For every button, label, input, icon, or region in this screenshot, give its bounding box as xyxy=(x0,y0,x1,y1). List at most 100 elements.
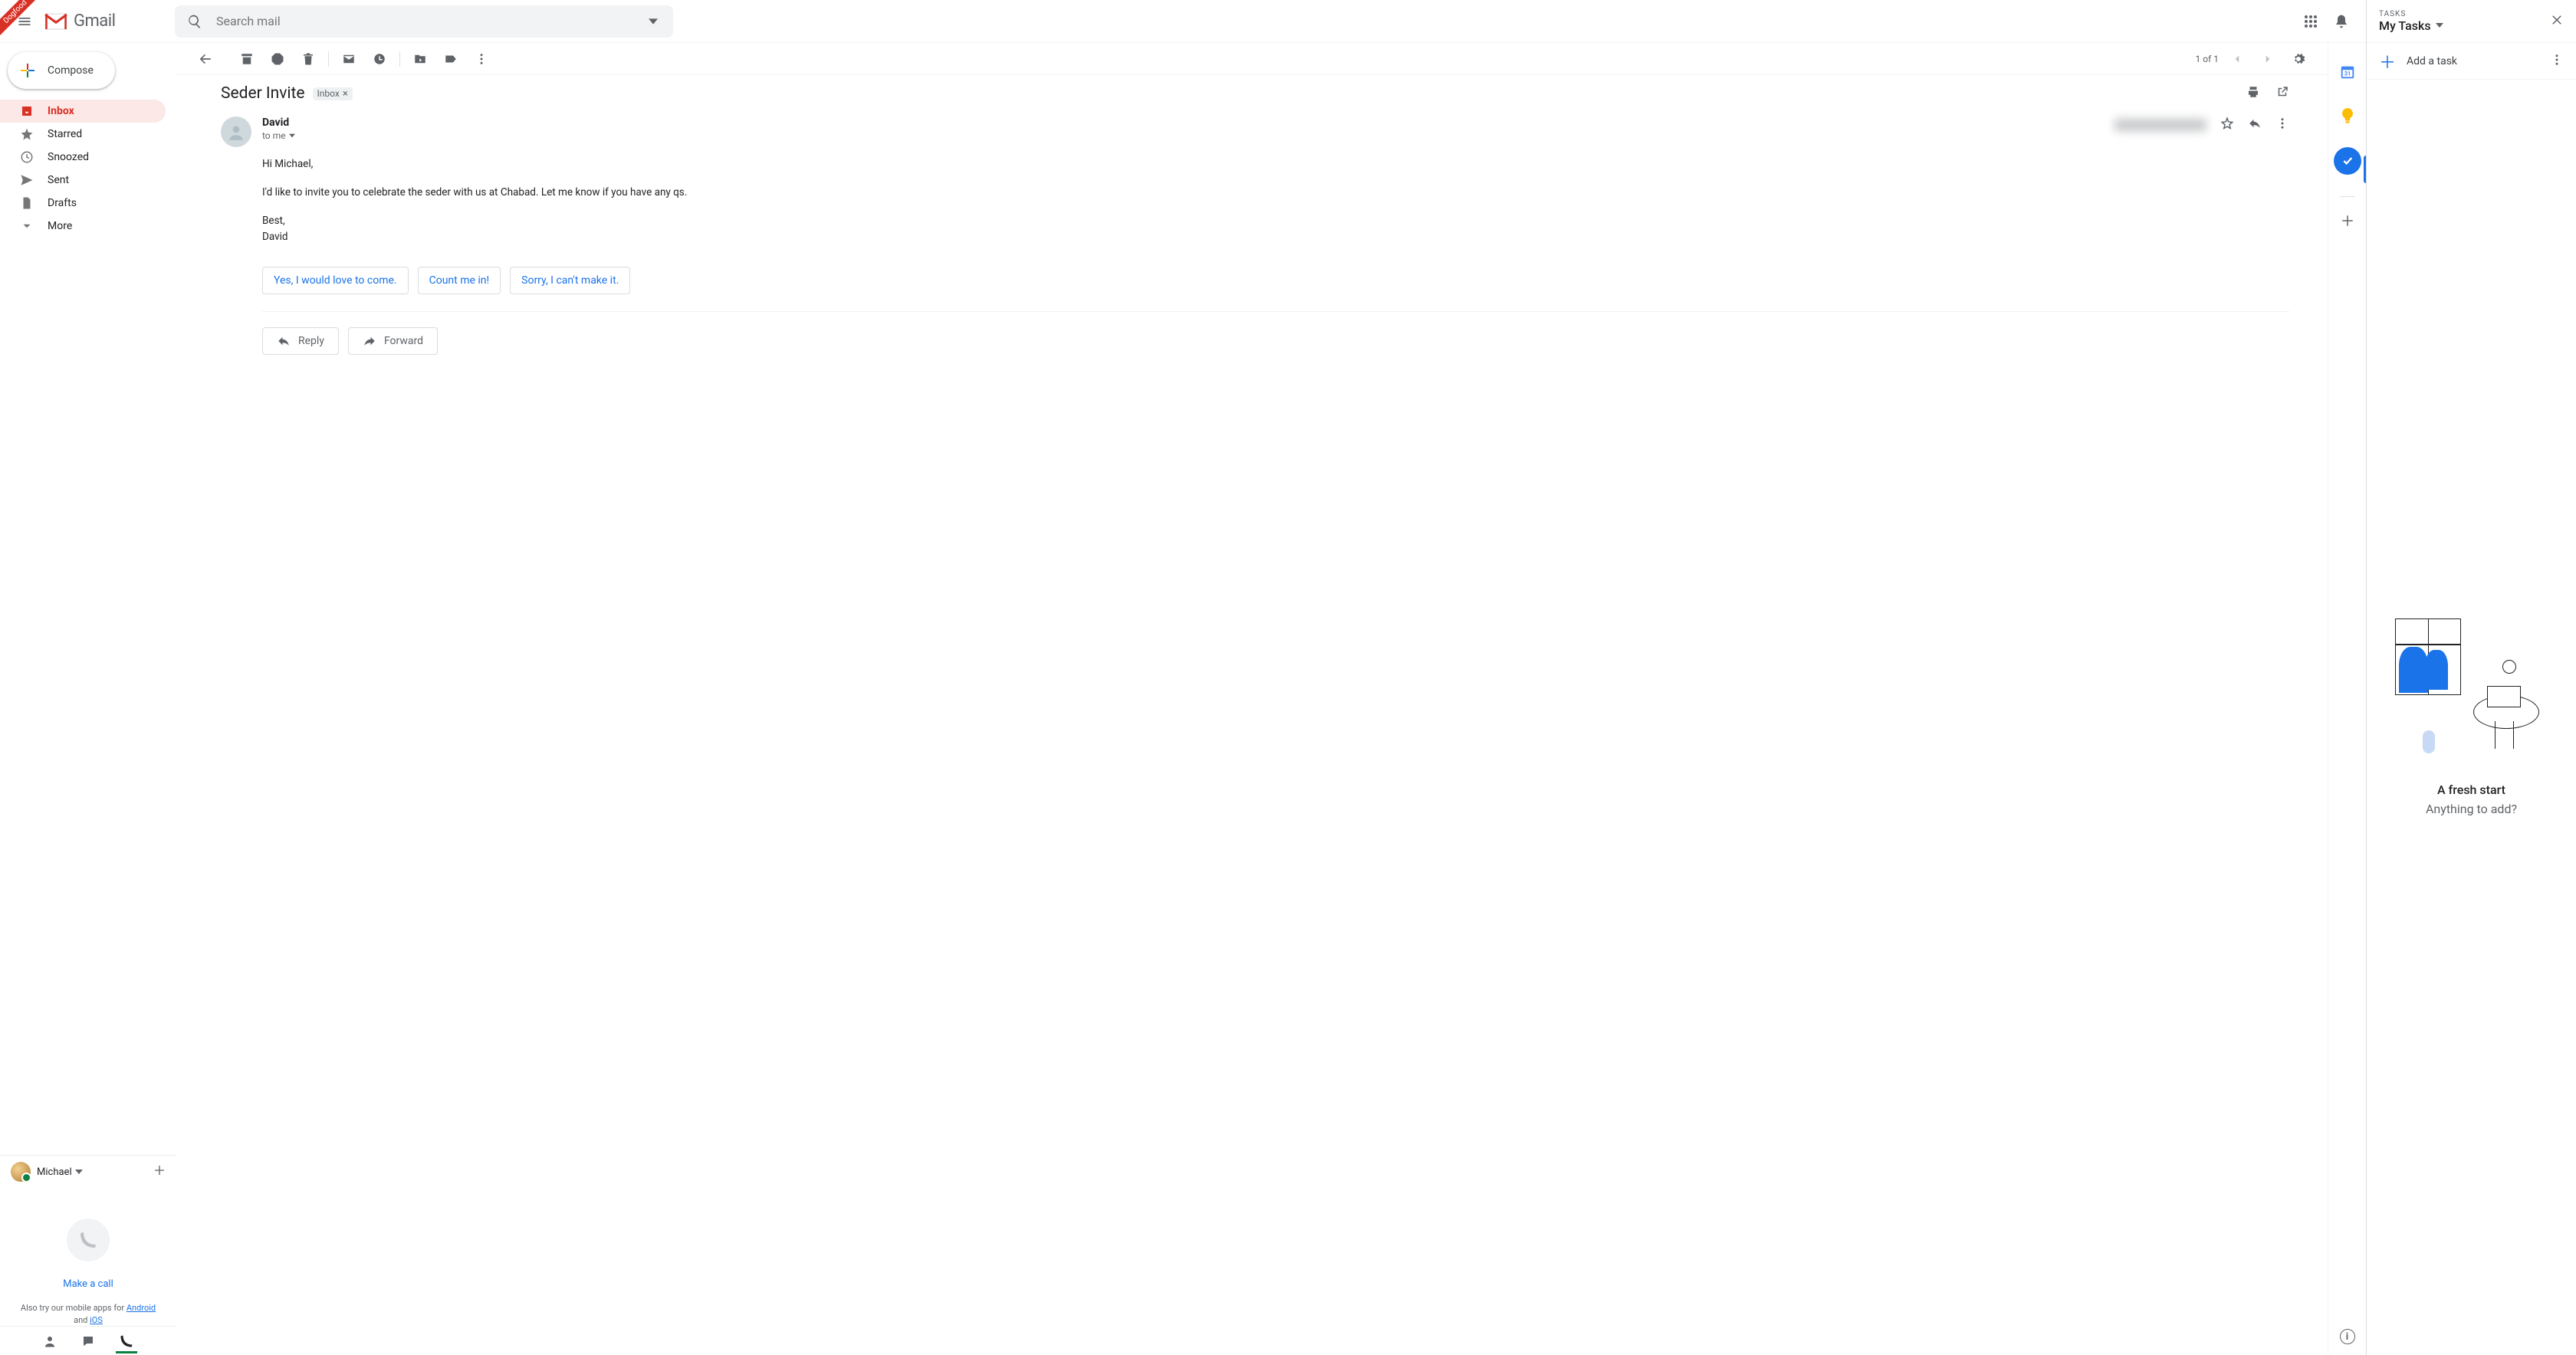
search-button[interactable] xyxy=(179,6,210,37)
recipients-summary[interactable]: to me xyxy=(262,130,295,141)
message-menu-button[interactable] xyxy=(2275,116,2289,133)
newer-button[interactable] xyxy=(2222,44,2252,74)
search-icon xyxy=(187,14,202,29)
more-vert-icon xyxy=(2550,53,2564,67)
reply-button[interactable]: Reply xyxy=(262,327,339,355)
settings-button[interactable] xyxy=(2283,44,2314,74)
star-message-button[interactable] xyxy=(2220,116,2234,133)
print-button[interactable] xyxy=(2246,85,2260,102)
new-conversation-button[interactable] xyxy=(153,1164,166,1179)
tasks-empty-state: A fresh start Anything to add? xyxy=(2367,80,2576,1355)
product-logo[interactable]: Gmail xyxy=(44,11,175,31)
rail-help-button[interactable]: i xyxy=(2340,1329,2355,1344)
send-icon xyxy=(20,173,34,187)
tasks-menu-button[interactable] xyxy=(2550,53,2564,70)
thread-label-chip[interactable]: Inbox × xyxy=(313,87,353,100)
phone-icon xyxy=(120,1334,133,1348)
mobile-apps-text: Also try our mobile apps for Android and… xyxy=(0,1302,176,1326)
hangouts-tab-phone[interactable] xyxy=(116,1334,137,1353)
app-header: Gmail xyxy=(0,0,2366,43)
nav-item-sent[interactable]: Sent xyxy=(0,169,166,192)
product-name: Gmail xyxy=(74,11,115,31)
rail-tasks-button[interactable] xyxy=(2334,147,2361,175)
search-input[interactable] xyxy=(210,14,638,28)
hangouts-section: Michael Make a call Also try our mobile … xyxy=(0,1155,176,1355)
move-to-button[interactable] xyxy=(405,44,435,74)
spam-button[interactable] xyxy=(262,44,293,74)
compose-label: Compose xyxy=(48,64,94,77)
arrow-left-icon xyxy=(198,51,213,67)
nav-item-snoozed[interactable]: Snoozed xyxy=(0,146,166,169)
older-button[interactable] xyxy=(2252,44,2283,74)
ios-link[interactable]: iOS xyxy=(90,1315,103,1325)
open-in-new-icon xyxy=(2275,85,2289,99)
rail-calendar-button[interactable]: 31 xyxy=(2334,58,2361,86)
apps-launcher-button[interactable] xyxy=(2295,6,2326,37)
smart-reply-chip[interactable]: Yes, I would love to come. xyxy=(262,267,409,294)
tasks-icon xyxy=(2341,155,2354,167)
reply-icon-button[interactable] xyxy=(2248,116,2262,133)
clock-icon xyxy=(20,150,34,164)
compose-button[interactable]: Compose xyxy=(8,52,115,89)
nav-item-starred[interactable]: Starred xyxy=(0,123,166,146)
star-outline-icon xyxy=(2220,116,2234,130)
tasks-empty-subtitle: Anything to add? xyxy=(2426,802,2517,816)
search-bar[interactable] xyxy=(175,5,673,38)
notifications-button[interactable] xyxy=(2326,6,2357,37)
more-actions-button[interactable] xyxy=(466,44,497,74)
chevron-down-icon xyxy=(20,219,34,233)
inbox-icon xyxy=(20,104,34,118)
svg-text:31: 31 xyxy=(2344,71,2350,77)
nav-item-inbox[interactable]: Inbox xyxy=(0,100,166,123)
android-link[interactable]: Android xyxy=(127,1303,156,1313)
search-options-button[interactable] xyxy=(638,6,669,37)
tasks-empty-title: A fresh start xyxy=(2437,782,2505,797)
delete-button[interactable] xyxy=(293,44,324,74)
plus-icon xyxy=(2341,214,2354,228)
message-toolbar: 1 of 1 xyxy=(176,43,2328,75)
hangouts-tab-chat[interactable] xyxy=(77,1334,99,1348)
add-task-button[interactable]: ＋ xyxy=(2379,49,2396,74)
plus-icon xyxy=(153,1164,166,1176)
make-call-link[interactable]: Make a call xyxy=(63,1278,113,1290)
nav-item-drafts[interactable]: Drafts xyxy=(0,192,166,215)
tasks-close-button[interactable] xyxy=(2550,13,2564,30)
tasks-list-switcher[interactable]: My Tasks xyxy=(2379,18,2443,33)
nav-item-more[interactable]: More xyxy=(0,215,166,238)
add-task-label[interactable]: Add a task xyxy=(2407,55,2457,67)
print-icon xyxy=(2246,85,2260,99)
rail-get-addons-button[interactable] xyxy=(2341,214,2354,231)
sender-avatar[interactable] xyxy=(221,116,251,147)
folder-move-icon xyxy=(413,52,427,66)
rail-keep-button[interactable] xyxy=(2334,103,2361,130)
gmail-icon xyxy=(44,12,67,31)
subject-row: Seder Invite Inbox × xyxy=(221,84,2289,103)
chevron-left-icon xyxy=(2230,52,2244,66)
message-body: Hi Michael, I'd like to invite you to ce… xyxy=(262,156,2289,245)
back-button[interactable] xyxy=(190,44,221,74)
gear-icon xyxy=(2292,52,2305,66)
hangouts-tab-contacts[interactable] xyxy=(39,1334,61,1348)
message-position: 1 of 1 xyxy=(2196,54,2219,64)
snooze-button[interactable] xyxy=(364,44,395,74)
calendar-icon: 31 xyxy=(2339,64,2356,80)
mark-unread-button[interactable] xyxy=(334,44,364,74)
hangouts-header[interactable]: Michael xyxy=(0,1155,176,1188)
reply-forward-row: Reply Forward xyxy=(262,311,2289,355)
chat-bubble-icon xyxy=(81,1334,95,1348)
labels-button[interactable] xyxy=(435,44,466,74)
smart-reply-chip[interactable]: Count me in! xyxy=(418,267,501,294)
phone-bubble xyxy=(67,1219,110,1261)
forward-button[interactable]: Forward xyxy=(348,327,438,355)
plus-multicolor-icon xyxy=(18,61,37,80)
smart-reply-chip[interactable]: Sorry, I can't make it. xyxy=(510,267,630,294)
main-content: 1 of 1 Seder Invite Inbox × xyxy=(176,43,2328,1355)
sender-row: David to me xyxy=(221,116,2289,147)
archive-button[interactable] xyxy=(232,44,262,74)
open-new-button[interactable] xyxy=(2275,85,2289,102)
remove-label-button[interactable]: × xyxy=(343,88,348,100)
reply-icon xyxy=(277,334,291,348)
caret-down-icon xyxy=(649,17,658,26)
active-addon-indicator xyxy=(2364,156,2366,183)
caret-down-icon xyxy=(289,133,295,139)
